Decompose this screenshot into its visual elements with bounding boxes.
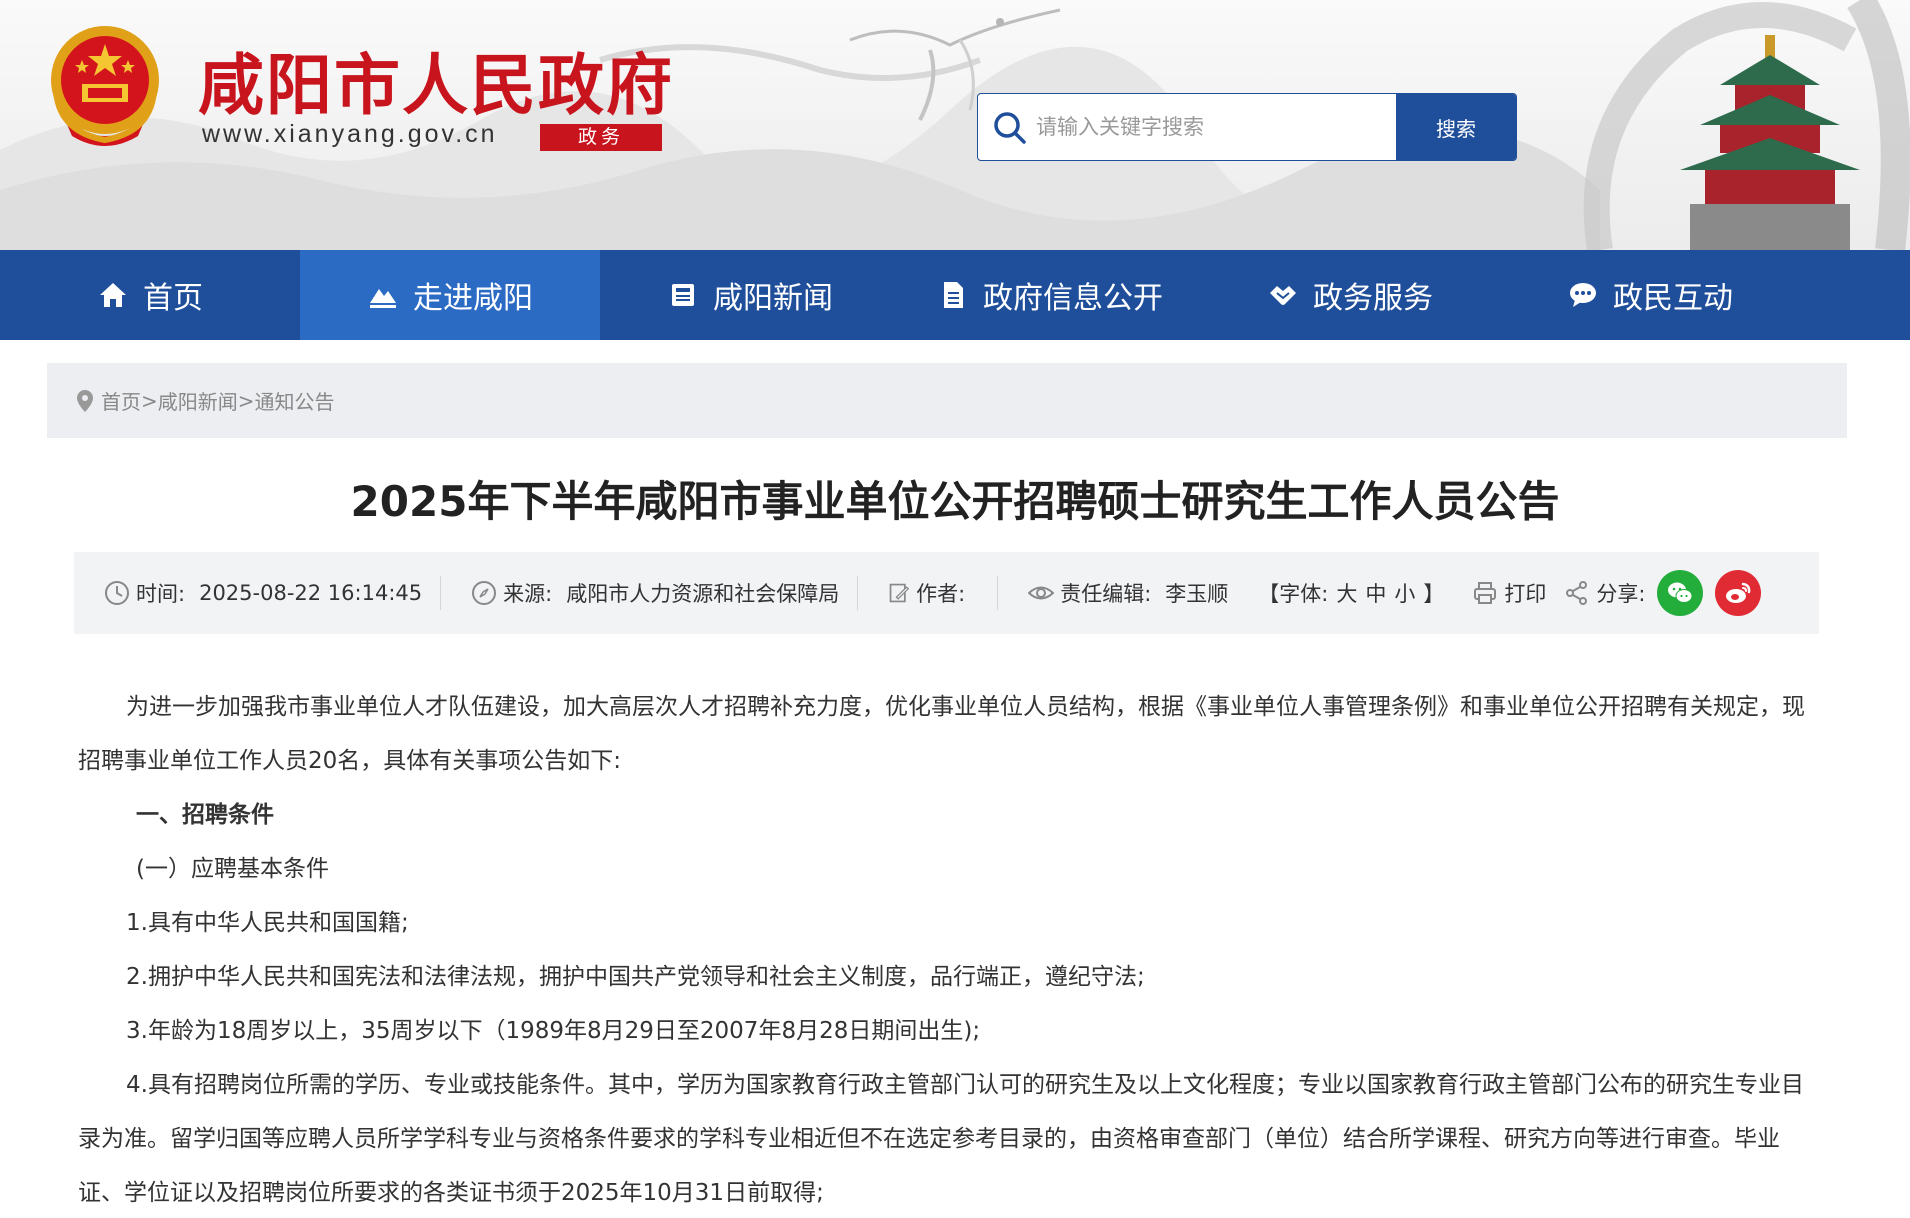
nav-item-label: 政务服务	[1313, 281, 1433, 316]
compass-icon	[472, 581, 497, 605]
national-emblem-logo	[51, 26, 159, 146]
meta-editor-label: 责任编辑:	[1060, 582, 1152, 606]
breadcrumb-news-link[interactable]: 咸阳新闻	[158, 386, 238, 415]
share-weibo-button[interactable]	[1715, 570, 1762, 616]
article-title: 2025年下半年咸阳市事业单位公开招聘硕士研究生工作人员公告	[350, 477, 1560, 526]
meta-time: 时间: 2025-08-22 16:14:45	[74, 576, 442, 610]
meta-author-label: 作者:	[916, 582, 966, 606]
nav-item-label: 政民互动	[1613, 281, 1733, 316]
meta-source-value: 咸阳市人力资源和社会保障局	[566, 582, 840, 606]
nav-item-label: 政府信息公开	[983, 281, 1163, 316]
print-button[interactable]: 打印	[1466, 576, 1564, 610]
print-label: 打印	[1504, 582, 1547, 606]
site-url: www.xianyang.gov.cn	[202, 120, 498, 148]
nav-item-label: 咸阳新闻	[713, 281, 833, 316]
subsection-heading: (一）应聘基本条件	[136, 856, 329, 882]
clock-icon	[105, 581, 129, 605]
chat-icon	[1570, 283, 1596, 307]
weibo-icon	[1726, 582, 1751, 603]
search-icon	[994, 112, 1026, 144]
article-body: 为进一步加强我市事业单位人才队伍建设，加大高层次人才招聘补充力度，优化事业单位人…	[78, 680, 1808, 1218]
mountain-icon	[370, 289, 396, 308]
paragraph-item: 3.年龄为18周岁以上，35周岁以下（1989年8月29日至2007年8月28日…	[126, 1018, 981, 1044]
meta-author: 作者:	[858, 576, 999, 610]
font-size-label-open: 【字体:	[1258, 582, 1329, 606]
nav-item-gov-info[interactable]: 政府信息公开	[900, 250, 1200, 340]
nav-item-about-xianyang[interactable]: 走进咸阳	[300, 250, 600, 340]
article-meta-bar: 时间: 2025-08-22 16:14:45 来源: 咸阳市人力资源和社会保障…	[74, 552, 1819, 634]
share-section: 分享:	[1564, 570, 1779, 616]
breadcrumb-home-link[interactable]: 首页	[101, 386, 141, 415]
paragraph-item: 2.拥护中华人民共和国宪法和法律法规，拥护中国共产党领导和社会主义制度，品行端正…	[126, 964, 1145, 990]
search-box: 搜索	[977, 93, 1517, 161]
share-label: 分享:	[1596, 582, 1646, 606]
meta-time-label: 时间:	[136, 582, 186, 606]
eye-icon	[1028, 586, 1055, 600]
meta-time-value: 2025-08-22 16:14:45	[199, 581, 423, 605]
site-tag-badge: 政务	[540, 124, 662, 151]
handshake-icon	[1270, 286, 1296, 305]
document-icon	[944, 282, 963, 308]
meta-editor-value: 李玉顺	[1165, 582, 1229, 606]
nav-item-label: 首页	[143, 281, 203, 316]
nav-item-gov-services[interactable]: 政务服务	[1200, 250, 1500, 340]
nav-item-home[interactable]: 首页	[0, 250, 300, 340]
paragraph-intro: 为进一步加强我市事业单位人才队伍建设，加大高层次人才招聘补充力度，优化事业单位人…	[78, 694, 1805, 774]
pagoda-illustration	[1583, 0, 1910, 250]
news-icon	[672, 284, 694, 306]
edit-icon	[889, 583, 910, 603]
search-input[interactable]	[1036, 94, 1376, 160]
nav-item-label: 走进咸阳	[413, 281, 533, 316]
nav-item-xianyang-news[interactable]: 咸阳新闻	[600, 250, 900, 340]
meta-source: 来源: 咸阳市人力资源和社会保障局	[441, 576, 859, 610]
meta-editor: 责任编辑: 李玉顺	[998, 576, 1246, 610]
font-size-label-close: 】	[1423, 582, 1445, 606]
share-icon	[1566, 581, 1588, 605]
breadcrumb-notice-link[interactable]: 通知公告	[255, 386, 335, 415]
section-heading: 一、招聘条件	[136, 802, 274, 828]
breadcrumb-separator: >	[237, 388, 255, 413]
home-icon	[100, 283, 126, 307]
font-size-control: 【字体: 大 中 小 】	[1246, 576, 1466, 610]
site-header: 咸阳市人民政府 www.xianyang.gov.cn 政务 搜索	[0, 0, 1910, 250]
wechat-icon	[1668, 582, 1693, 603]
font-size-large-button[interactable]: 大	[1336, 578, 1357, 608]
location-pin-icon	[77, 389, 93, 412]
search-button[interactable]: 搜索	[1396, 94, 1516, 160]
breadcrumb-separator: >	[141, 388, 158, 413]
font-size-small-button[interactable]: 小	[1394, 578, 1415, 608]
paragraph-item: 4.具有招聘岗位所需的学历、专业或技能条件。其中，学历为国家教育行政主管部门认可…	[78, 1072, 1804, 1206]
paragraph-item: 1.具有中华人民共和国国籍;	[126, 910, 409, 936]
main-nav: 首页 走进咸阳 咸阳新闻 政府信息公开 政务服务 政民互动	[0, 250, 1910, 340]
site-title: 咸阳市人民政府	[198, 46, 674, 124]
breadcrumb: 首页 > 咸阳新闻 > 通知公告	[47, 363, 1847, 438]
printer-icon	[1474, 582, 1497, 604]
nav-item-interaction[interactable]: 政民互动	[1500, 250, 1800, 340]
font-size-medium-button[interactable]: 中	[1365, 578, 1386, 608]
meta-source-label: 来源:	[503, 582, 553, 606]
share-wechat-button[interactable]	[1657, 570, 1704, 616]
